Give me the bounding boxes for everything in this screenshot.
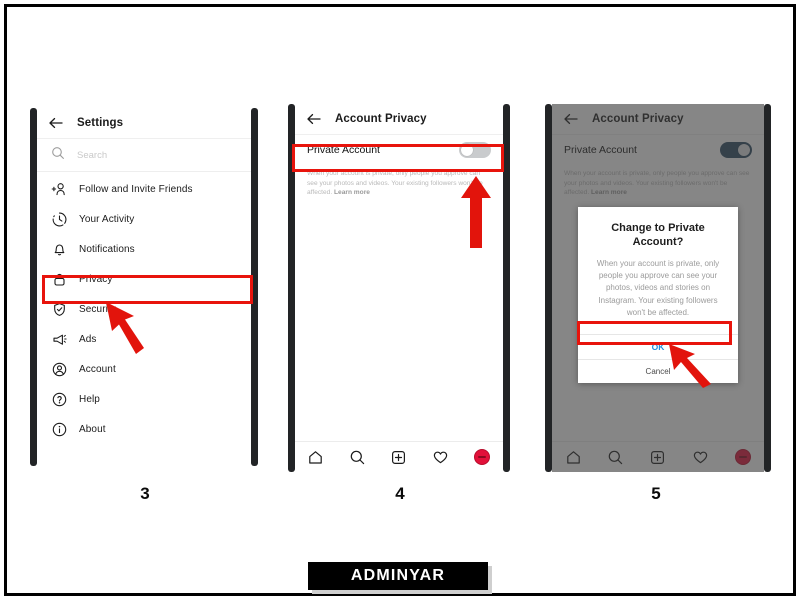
sidebar-item-label: Ads	[79, 333, 97, 345]
toggle-knob	[461, 144, 473, 156]
lock-icon	[51, 271, 68, 288]
phone3-screen: Account Privacy Private Account When you…	[552, 104, 764, 472]
phone-screenshot-account-privacy: Account Privacy Private Account When you…	[288, 104, 510, 472]
help-circle-icon	[51, 391, 68, 408]
bell-icon	[51, 241, 68, 258]
add-post-icon[interactable]	[388, 446, 410, 468]
phone2-screen: Account Privacy Private Account When you…	[295, 104, 503, 472]
cancel-button[interactable]: Cancel	[578, 358, 738, 383]
home-icon[interactable]	[305, 446, 327, 468]
add-person-icon	[51, 181, 68, 198]
search-icon[interactable]	[346, 446, 368, 468]
sidebar-item-follow-invite-friends[interactable]: Follow and Invite Friends	[37, 174, 251, 204]
search-icon	[51, 146, 65, 165]
shield-icon	[51, 301, 68, 318]
search-input[interactable]: Search	[77, 150, 107, 161]
sidebar-item-label: Security	[79, 303, 116, 315]
change-to-private-dialog: Change to Private Account? When your acc…	[578, 207, 738, 383]
sidebar-item-about[interactable]: About	[37, 414, 251, 444]
page-title: Settings	[77, 117, 124, 129]
heart-icon[interactable]	[430, 446, 452, 468]
step-number-3: 3	[140, 484, 150, 503]
phone-screenshot-confirm-dialog: Account Privacy Private Account When you…	[545, 104, 771, 472]
phone2-bottom-nav	[295, 441, 503, 472]
phone2-appbar: Account Privacy	[295, 104, 503, 135]
sidebar-item-label: Notifications	[79, 243, 135, 255]
sidebar-item-label: Your Activity	[79, 213, 135, 225]
phone-left-rail	[545, 104, 552, 472]
back-arrow-icon[interactable]	[47, 114, 65, 132]
sidebar-item-your-activity[interactable]: Your Activity	[37, 204, 251, 234]
watermark-adminyar: ADMINYAR	[308, 562, 488, 590]
avatar	[474, 449, 491, 465]
back-arrow-icon[interactable]	[305, 110, 323, 128]
step-number-5: 5	[651, 484, 661, 503]
settings-list: Follow and Invite Friends Your Activity	[37, 172, 251, 444]
phone-right-rail	[503, 104, 510, 472]
tutorial-stage: Settings Search Follow and Invite Friend…	[0, 0, 800, 600]
info-circle-icon	[51, 421, 68, 438]
sidebar-item-ads[interactable]: Ads	[37, 324, 251, 354]
sidebar-item-label: Account	[79, 363, 116, 375]
private-account-helper-text: When your account is private, only peopl…	[295, 165, 503, 198]
phone-left-rail	[30, 108, 37, 466]
sidebar-item-help[interactable]: Help	[37, 384, 251, 414]
step-number-4: 4	[395, 484, 405, 503]
phone1-screen: Settings Search Follow and Invite Friend…	[37, 108, 251, 466]
sidebar-item-label: Follow and Invite Friends	[79, 183, 193, 195]
sidebar-item-security[interactable]: Security	[37, 294, 251, 324]
phone-left-rail	[288, 104, 295, 472]
learn-more-link[interactable]: Learn more	[334, 189, 370, 196]
sidebar-item-notifications[interactable]: Notifications	[37, 234, 251, 264]
private-account-label: Private Account	[307, 144, 380, 156]
phone-right-rail	[251, 108, 258, 466]
clock-activity-icon	[51, 211, 68, 228]
megaphone-icon	[51, 331, 68, 348]
private-account-row[interactable]: Private Account	[295, 135, 503, 165]
phone1-search-row[interactable]: Search	[37, 139, 251, 172]
phone-screenshot-settings: Settings Search Follow and Invite Friend…	[30, 108, 258, 466]
phone-right-rail	[764, 104, 771, 472]
private-account-toggle[interactable]	[459, 142, 491, 158]
sidebar-item-label: Help	[79, 393, 100, 405]
sidebar-item-label: Privacy	[79, 273, 113, 285]
account-circle-icon	[51, 361, 68, 378]
sidebar-item-account[interactable]: Account	[37, 354, 251, 384]
phone1-appbar: Settings	[37, 108, 251, 139]
sidebar-item-label: About	[79, 423, 106, 435]
dialog-body: When your account is private, only peopl…	[596, 258, 720, 318]
dialog-title: Change to Private Account?	[611, 222, 705, 249]
page-title: Account Privacy	[335, 113, 427, 125]
ok-button[interactable]: OK	[578, 333, 738, 359]
profile-avatar-icon[interactable]	[471, 446, 493, 468]
sidebar-item-privacy[interactable]: Privacy	[37, 264, 251, 294]
